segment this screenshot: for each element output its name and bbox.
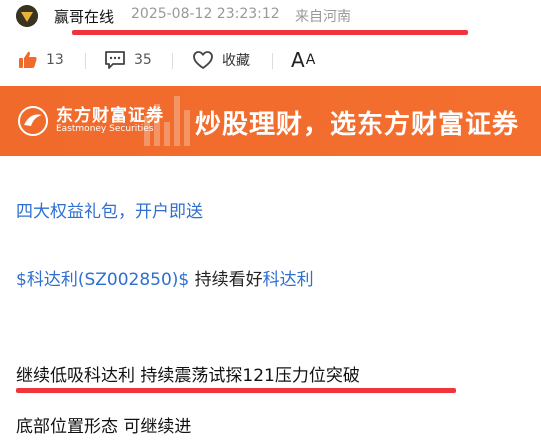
thumbs-up-icon bbox=[19, 51, 37, 68]
stock-paragraph: $科达利(SZ002850)$ 持续看好科达利 bbox=[16, 265, 314, 290]
font-size-button[interactable]: A A bbox=[291, 48, 315, 72]
brand-name: 东方财富证券 bbox=[56, 106, 164, 126]
author-name[interactable]: 赢哥在线 bbox=[54, 6, 114, 27]
like-count: 13 bbox=[46, 52, 64, 68]
red-underline-annotation bbox=[16, 388, 456, 393]
favorite-button[interactable]: 收藏 bbox=[192, 48, 250, 72]
promo-link[interactable]: 四大权益礼包，开户即送 bbox=[16, 197, 203, 222]
like-button[interactable]: 13 bbox=[18, 48, 64, 72]
comment-count: 35 bbox=[134, 52, 152, 68]
post-location: 来自河南 bbox=[295, 9, 351, 25]
font-size-small-glyph: A bbox=[305, 52, 316, 68]
action-divider bbox=[172, 53, 173, 69]
ad-banner[interactable]: 东方财富证券 Eastmoney Securities 炒股理财，选东方财富证券 bbox=[0, 86, 541, 156]
banner-slogan: 炒股理财，选东方财富证券 bbox=[195, 110, 520, 140]
stock-text: 持续看好 bbox=[189, 270, 263, 290]
post-text-line: 继续低吸科达利 持续震荡试探121压力位突破 bbox=[16, 366, 360, 386]
font-size-large-glyph: A bbox=[291, 48, 305, 72]
red-underline-annotation bbox=[72, 30, 468, 35]
eastmoney-logo-icon bbox=[18, 106, 48, 136]
stock-tag-link[interactable]: $科达利(SZ002850)$ bbox=[16, 270, 189, 290]
brand-name-english: Eastmoney Securities bbox=[56, 124, 154, 134]
avatar-triangle-icon bbox=[16, 5, 38, 27]
heart-icon bbox=[193, 51, 213, 69]
comment-button[interactable]: 35 bbox=[104, 48, 152, 72]
avatar[interactable] bbox=[16, 5, 38, 27]
action-divider bbox=[85, 53, 86, 69]
favorite-label: 收藏 bbox=[222, 53, 250, 69]
post-timestamp: 2025-08-12 23:23:12 bbox=[131, 6, 280, 22]
comment-icon bbox=[105, 51, 125, 69]
stock-name-link[interactable]: 科达利 bbox=[263, 270, 314, 290]
action-divider bbox=[272, 53, 273, 69]
post-text-line: 底部位置形态 可继续进 bbox=[16, 417, 192, 437]
